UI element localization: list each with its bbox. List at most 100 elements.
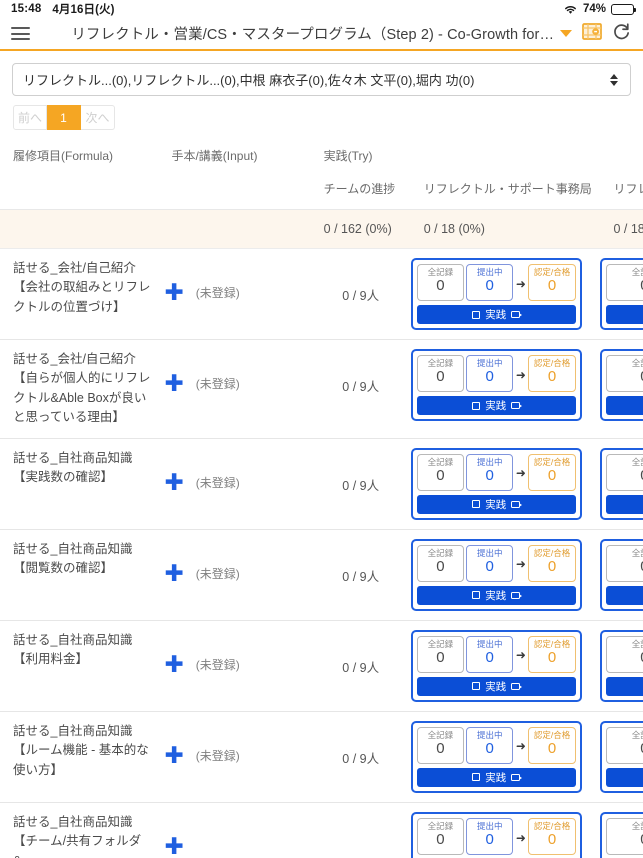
pagination-page-1[interactable]: 1 xyxy=(47,105,81,130)
try-card-partial[interactable]: 全記録 0 xyxy=(600,349,643,422)
plus-icon[interactable]: ✚ xyxy=(164,372,183,395)
plus-icon[interactable]: ✚ xyxy=(164,652,183,676)
try-action-button[interactable] xyxy=(606,494,643,514)
try-action-label: 実践 xyxy=(485,771,507,784)
row-try-office: 全記録 0 提出中 0 ➜ 認定/合格 0 実践 xyxy=(410,340,601,439)
chevron-down-icon[interactable] xyxy=(555,30,576,37)
hamburger-menu-icon[interactable] xyxy=(0,17,41,50)
kpi-all-records[interactable]: 全記録 0 xyxy=(416,726,465,764)
kpi-all-records[interactable]: 全記録 0 xyxy=(606,726,643,764)
row-item-name[interactable]: 話せる_自社商品知識 【チーム/共有フォルダ & xyxy=(0,802,158,858)
row-team-progress: 0 / 9人 xyxy=(342,569,380,584)
kpi-all-records[interactable]: 全記録 0 xyxy=(606,635,643,673)
plus-icon[interactable]: ✚ xyxy=(164,743,183,767)
kpi-submitting[interactable]: 提出中 0 xyxy=(466,544,514,582)
row-item-name[interactable]: 話せる_自社商品知識 【実践数の確認】 xyxy=(0,438,158,529)
pagination-prev[interactable]: 前へ xyxy=(13,105,47,130)
row-try-office: 全記録 0 提出中 0 ➜ 認定/合格 0 実践 xyxy=(410,620,601,711)
kpi-all-records[interactable]: 全記録 0 xyxy=(606,355,643,393)
plus-icon[interactable]: ✚ xyxy=(164,561,183,585)
kpi-submitting[interactable]: 提出中 0 xyxy=(466,635,514,673)
try-card-partial[interactable]: 全記録 0 xyxy=(600,720,643,793)
try-action-button[interactable]: 実践 xyxy=(416,676,576,696)
member-filter-select[interactable]: リフレクトル...(0),リフレクトル...(0),中根 麻衣子(0),佐々木 … xyxy=(12,63,631,96)
try-card[interactable]: 全記録 0 提出中 0 ➜ 認定/合格 0 実践 xyxy=(410,538,582,611)
kpi-all-records-label: 全記録 xyxy=(427,638,454,649)
row-item-name[interactable]: 話せる_会社/自己紹介【自らが個人的にリフレクトル&Able Boxが良いと思っ… xyxy=(0,340,158,439)
row-input-cell: ✚ (未登録) xyxy=(158,529,310,620)
kpi-submitting[interactable]: 提出中 0 xyxy=(466,355,514,393)
try-card[interactable]: 全記録 0 提出中 0 ➜ 認定/合格 0 実践 xyxy=(410,720,582,793)
kpi-approved[interactable]: 認定/合格 0 xyxy=(528,264,576,302)
plus-icon[interactable]: ✚ xyxy=(164,281,183,304)
kpi-all-records[interactable]: 全記録 0 xyxy=(606,817,643,856)
pagination-next[interactable]: 次へ xyxy=(81,105,115,130)
kpi-submitting-value: 0 xyxy=(485,277,494,295)
kpi-all-records[interactable]: 全記録 0 xyxy=(416,544,465,582)
kpi-approved-value: 0 xyxy=(547,368,557,386)
kpi-approved[interactable]: 認定/合格 0 xyxy=(528,453,576,491)
try-action-button[interactable]: 実践 xyxy=(416,585,576,605)
try-card[interactable]: 全記録 0 提出中 0 ➜ 認定/合格 0 実践 xyxy=(410,811,582,858)
kpi-all-records[interactable]: 全記録 0 xyxy=(416,355,465,393)
try-action-button[interactable] xyxy=(606,767,643,787)
try-action-button[interactable]: 実践 xyxy=(416,396,576,416)
try-card[interactable]: 全記録 0 提出中 0 ➜ 認定/合格 0 実践 xyxy=(410,258,582,331)
kpi-all-records-label: 全記録 xyxy=(631,820,643,831)
plus-icon[interactable]: ✚ xyxy=(164,834,183,858)
try-card-kpis: 全記録 0 xyxy=(606,817,643,856)
kpi-submitting[interactable]: 提出中 0 xyxy=(466,453,514,491)
kpi-approved[interactable]: 認定/合格 0 xyxy=(528,635,576,673)
try-card-partial[interactable]: 全記録 0 xyxy=(600,258,643,331)
kpi-all-records[interactable]: 全記録 0 xyxy=(416,264,465,302)
kpi-submitting-value: 0 xyxy=(485,466,494,484)
kpi-submitting-label: 提出中 xyxy=(476,358,503,369)
kpi-approved[interactable]: 認定/合格 0 xyxy=(528,817,576,856)
row-input-cell: ✚ (未登録) xyxy=(158,249,310,340)
kpi-approved-value: 0 xyxy=(547,466,557,484)
row-item-name[interactable]: 話せる_自社商品知識 【利用料金】 xyxy=(0,620,158,711)
row-item-name[interactable]: 話せる_会社/自己紹介【会社の取組みとリフレクトルの位置づけ】 xyxy=(0,249,158,340)
try-action-button[interactable]: 実践 xyxy=(416,305,576,325)
kpi-all-records[interactable]: 全記録 0 xyxy=(606,544,643,582)
try-card[interactable]: 全記録 0 提出中 0 ➜ 認定/合格 0 実践 xyxy=(410,629,582,702)
row-input-status: (未登録) xyxy=(195,286,240,300)
kpi-all-records[interactable]: 全記録 0 xyxy=(606,453,643,491)
kpi-submitting[interactable]: 提出中 0 xyxy=(466,817,514,856)
row-input-cell: ✚ (未登録) xyxy=(158,711,310,802)
kpi-submitting-label: 提出中 xyxy=(476,729,503,740)
kpi-approved[interactable]: 認定/合格 0 xyxy=(528,355,576,393)
try-card[interactable]: 全記録 0 提出中 0 ➜ 認定/合格 0 実践 xyxy=(410,349,582,422)
reload-icon[interactable] xyxy=(612,22,631,46)
row-input-cell: ✚ (未登録) xyxy=(158,438,310,529)
checkbox-icon xyxy=(472,591,481,600)
try-action-button[interactable]: 実践 xyxy=(416,767,576,787)
kpi-all-records-value: 0 xyxy=(608,467,643,486)
row-item-name[interactable]: 話せる_自社商品知識 【閲覧数の確認】 xyxy=(0,529,158,620)
kpi-all-records[interactable]: 全記録 0 xyxy=(416,635,465,673)
row-item-name[interactable]: 話せる_自社商品知識 【ルーム機能 - 基本的な使い方】 xyxy=(0,711,158,802)
try-card-partial[interactable]: 全記録 0 xyxy=(600,811,643,858)
arrow-right-icon: ➜ xyxy=(515,557,526,572)
plus-icon[interactable]: ✚ xyxy=(164,470,183,494)
try-card-partial[interactable]: 全記録 0 xyxy=(600,538,643,611)
kpi-all-records[interactable]: 全記録 0 xyxy=(416,453,465,491)
kpi-submitting[interactable]: 提出中 0 xyxy=(466,264,514,302)
try-card-partial[interactable]: 全記録 0 xyxy=(600,447,643,520)
kpi-approved[interactable]: 認定/合格 0 xyxy=(528,726,576,764)
try-card-partial[interactable]: 全記録 0 xyxy=(600,629,643,702)
try-action-button[interactable] xyxy=(606,396,643,416)
kpi-approved[interactable]: 認定/合格 0 xyxy=(528,544,576,582)
try-action-button[interactable] xyxy=(606,305,643,325)
try-action-button[interactable] xyxy=(606,585,643,605)
checkbox-icon xyxy=(472,310,481,319)
progress-table-scroll[interactable]: 履修項目(Formula) 手本/講義(Input) 実践(Try) チームの進… xyxy=(0,144,643,858)
try-card[interactable]: 全記録 0 提出中 0 ➜ 認定/合格 0 実践 xyxy=(410,447,582,520)
row-input-cell: ✚ (未登録) xyxy=(158,340,310,439)
try-action-button[interactable]: 実践 xyxy=(416,494,576,514)
kpi-submitting[interactable]: 提出中 0 xyxy=(466,726,514,764)
kpi-all-records[interactable]: 全記録 0 xyxy=(416,817,465,856)
kpi-all-records[interactable]: 全記録 0 xyxy=(606,264,643,302)
broken-image-icon[interactable] xyxy=(582,22,602,46)
try-action-button[interactable] xyxy=(606,676,643,696)
